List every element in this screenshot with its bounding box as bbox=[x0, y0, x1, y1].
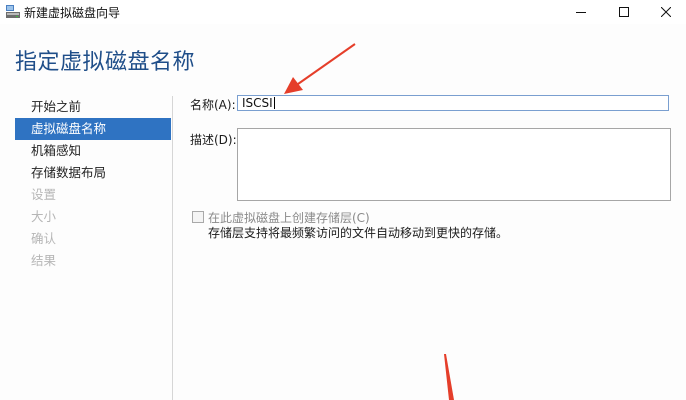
minimize-button[interactable] bbox=[558, 0, 604, 24]
maximize-button[interactable] bbox=[601, 0, 647, 24]
nav-step-confirmation: 确认 bbox=[31, 231, 57, 246]
annotation-arrow-bottom bbox=[444, 354, 454, 400]
nav-step-settings: 设置 bbox=[31, 187, 57, 202]
nav-step-storage-layout[interactable]: 存储数据布局 bbox=[15, 162, 171, 184]
name-label: 名称(A): bbox=[190, 98, 236, 112]
description-label: 描述(D): bbox=[190, 133, 237, 147]
close-button[interactable] bbox=[643, 0, 686, 24]
nav-step-virtual-disk-name[interactable]: 虚拟磁盘名称 bbox=[15, 118, 171, 140]
nav-divider bbox=[172, 96, 173, 400]
title-bar: 新建虚拟磁盘向导 bbox=[0, 0, 686, 24]
storage-tier-description: 存储层支持将最频繁访问的文件自动移动到更快的存储。 bbox=[208, 226, 509, 240]
wizard-step-nav: 开始之前 虚拟磁盘名称 机箱感知 存储数据布局 设置 大小 确认 结果 bbox=[15, 96, 171, 272]
nav-step-before-you-begin[interactable]: 开始之前 bbox=[15, 96, 171, 118]
annotation-arrow-top bbox=[284, 43, 356, 94]
name-input[interactable]: ISCSI bbox=[237, 95, 669, 111]
close-icon bbox=[661, 7, 671, 17]
description-textarea[interactable] bbox=[237, 128, 671, 201]
maximize-icon bbox=[619, 7, 629, 17]
minimize-icon bbox=[576, 12, 586, 13]
storage-tier-checkbox[interactable] bbox=[192, 211, 204, 223]
wizard-app-icon bbox=[6, 5, 20, 18]
page-heading: 指定虚拟磁盘名称 bbox=[15, 50, 196, 75]
text-caret bbox=[273, 97, 275, 109]
nav-step-enclosure-awareness[interactable]: 机箱感知 bbox=[15, 140, 171, 162]
nav-step-size: 大小 bbox=[31, 209, 57, 224]
window-title: 新建虚拟磁盘向导 bbox=[24, 6, 121, 20]
name-input-value: ISCSI bbox=[242, 96, 273, 110]
nav-step-results: 结果 bbox=[31, 253, 57, 268]
